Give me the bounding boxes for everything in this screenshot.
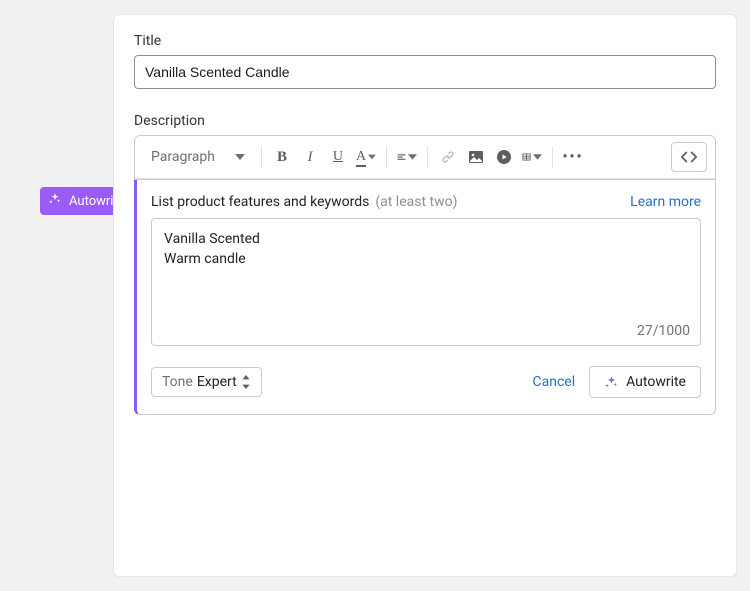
align-button[interactable]	[395, 145, 419, 169]
autowrite-hint: (at least two)	[375, 194, 457, 210]
autowrite-button[interactable]: Autowrite	[589, 366, 701, 398]
sparkle-icon	[604, 375, 619, 390]
learn-more-link[interactable]: Learn more	[630, 194, 701, 210]
product-form-card: Title Description Paragraph B I U A	[113, 14, 737, 577]
autowrite-actions: Tone Expert Cancel Autowrite	[151, 366, 701, 398]
autowrite-instruction: List product features and keywords	[151, 194, 369, 210]
keywords-input[interactable]: Vanilla Scented Warm candle 27/1000	[151, 218, 701, 346]
code-icon	[680, 150, 698, 164]
chevron-down-icon	[533, 149, 542, 165]
toolbar-separator	[427, 146, 428, 168]
tone-value: Expert	[197, 374, 237, 390]
autowrite-header: List product features and keywords (at l…	[151, 194, 701, 210]
image-icon	[468, 149, 484, 165]
sort-icon	[241, 375, 251, 389]
table-button[interactable]	[520, 145, 544, 169]
title-input[interactable]	[134, 55, 716, 89]
editor-toolbar: Paragraph B I U A	[135, 136, 715, 179]
image-button[interactable]	[464, 145, 488, 169]
bold-button[interactable]: B	[270, 145, 294, 169]
code-view-button[interactable]	[671, 142, 707, 172]
cancel-button[interactable]: Cancel	[532, 374, 575, 390]
tone-dropdown[interactable]: Tone Expert	[151, 367, 262, 397]
paragraph-label: Paragraph	[151, 149, 215, 165]
chevron-down-icon	[368, 149, 376, 165]
sparkle-icon	[48, 192, 62, 210]
rich-text-editor: Paragraph B I U A	[134, 135, 716, 180]
char-counter: 27/1000	[637, 323, 690, 339]
tone-label: Tone	[162, 374, 193, 390]
toolbar-separator	[386, 146, 387, 168]
keywords-text: Vanilla Scented Warm candle	[164, 229, 688, 270]
description-label: Description	[134, 113, 716, 129]
underline-icon: U	[333, 149, 343, 165]
toolbar-separator	[261, 146, 262, 168]
chevron-down-icon	[408, 149, 417, 165]
autowrite-panel: List product features and keywords (at l…	[134, 180, 716, 415]
toolbar-separator	[552, 146, 553, 168]
text-color-icon: A	[356, 149, 366, 165]
link-icon	[440, 149, 456, 165]
align-left-icon	[397, 149, 406, 165]
italic-button[interactable]: I	[298, 145, 322, 169]
autowrite-button-label: Autowrite	[626, 374, 686, 390]
play-circle-icon	[496, 149, 512, 165]
more-icon: •••	[562, 149, 583, 165]
text-color-button[interactable]: A	[354, 145, 378, 169]
more-button[interactable]: •••	[561, 145, 585, 169]
link-button[interactable]	[436, 145, 460, 169]
paragraph-dropdown[interactable]: Paragraph	[143, 145, 253, 169]
title-label: Title	[134, 33, 716, 49]
table-icon	[522, 149, 531, 165]
bold-icon: B	[277, 149, 287, 166]
underline-button[interactable]: U	[326, 145, 350, 169]
chevron-down-icon	[235, 152, 245, 162]
video-button[interactable]	[492, 145, 516, 169]
italic-icon: I	[307, 149, 312, 166]
